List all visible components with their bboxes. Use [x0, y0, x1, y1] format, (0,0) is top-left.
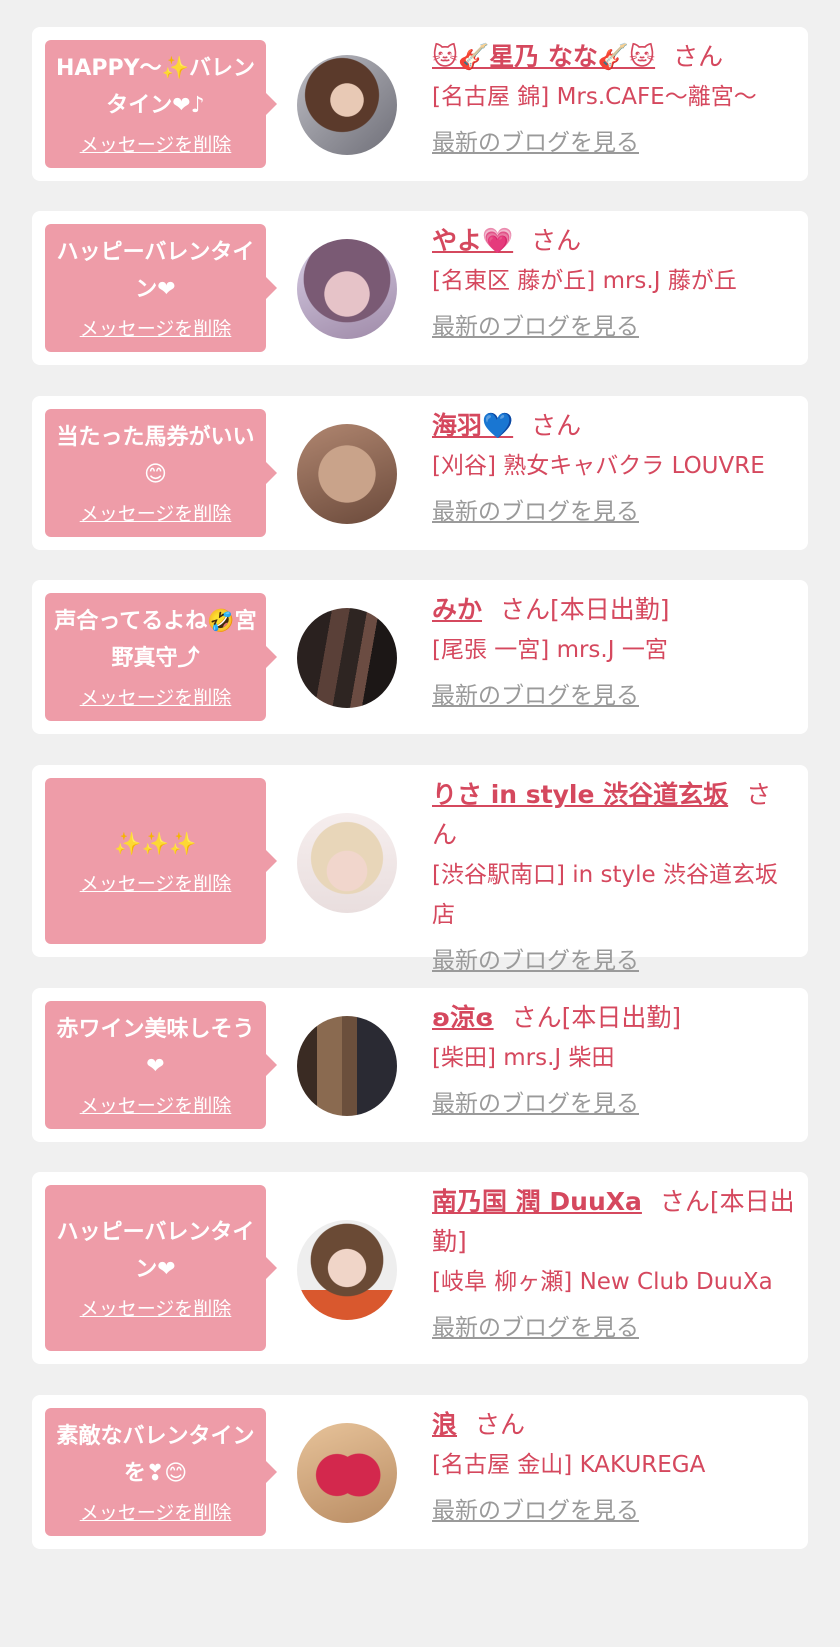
shop-name: [柴田] mrs.J 柴田	[432, 1045, 615, 1071]
woman-winking-avatar[interactable]	[297, 239, 397, 339]
cast-name-link[interactable]: みか	[432, 595, 482, 624]
shop-name: [尾張 一宮] mrs.J 一宮	[432, 637, 668, 663]
message-text: ハッピーバレンタイン❤	[56, 1220, 255, 1282]
message-list: HAPPY～✨バレンタイン❤♪ メッセージを削除 🐱🎸星乃 なな🎸🐱 さん [名古屋 錦…	[0, 0, 840, 1647]
latest-blog-link[interactable]: 最新のブログを見る	[432, 309, 796, 345]
message-bubble: ✨✨✨ メッセージを削除	[45, 778, 277, 944]
cast-name-link[interactable]: 海羽💙	[432, 411, 513, 440]
cast-name-line: 南乃国 潤 DuuXa さん[本日出勤]	[432, 1182, 796, 1262]
long-hair-back-avatar[interactable]	[297, 1016, 397, 1116]
cast-info: やよ💗 さん [名東区 藤が丘] mrs.J 藤が丘最新のブログを見る	[432, 221, 796, 345]
cast-info: 海羽💙 さん [刈谷] 熟女キャバクラ LOUVRE 最新のブログを見る	[432, 406, 796, 530]
honorific-label: さん	[673, 42, 724, 71]
latest-blog-link[interactable]: 最新のブログを見る	[432, 494, 796, 530]
shop-name: [名古屋 錦] Mrs.CAFE～離宮～	[432, 84, 757, 110]
message-card: ハッピーバレンタイン❤ メッセージを削除 やよ💗 さん [名東区 藤が丘] mrs.J …	[32, 211, 808, 365]
cast-info: ʚ涼ɞ さん[本日出勤] [柴田] mrs.J 柴田最新のブログを見る	[432, 998, 796, 1122]
delete-message-link[interactable]: メッセージを削除	[80, 316, 232, 342]
honorific-label: さん[本日出勤]	[511, 1003, 682, 1032]
shop-name: [名古屋 金山] KAKUREGA	[432, 1452, 706, 1478]
message-text: HAPPY～✨バレンタイン❤♪	[55, 56, 255, 118]
message-text: ハッピーバレンタイン❤	[56, 240, 255, 302]
blonde-woman-avatar[interactable]	[297, 813, 397, 913]
cast-info: 南乃国 潤 DuuXa さん[本日出勤] [岐阜 柳ヶ瀬] New Club Duu…	[432, 1182, 796, 1346]
message-card: 当たった馬券がいい😊 メッセージを削除 海羽💙 さん [刈谷] 熟女キャバクラ LOUV…	[32, 396, 808, 550]
delete-message-link[interactable]: メッセージを削除	[80, 1296, 232, 1322]
message-card: ✨✨✨ メッセージを削除 りさ in style 渋谷道玄坂 さん [渋谷駅南口] in…	[32, 765, 808, 974]
cast-name-line: 🐱🎸星乃 なな🎸🐱 さん	[432, 37, 796, 77]
message-card: 素敵なバレンタインを❣😊 メッセージを削除 浪さん [名古屋 金山] KAKUREGA…	[32, 1395, 808, 1549]
hair-closeup-avatar[interactable]	[297, 424, 397, 524]
honorific-label: さん	[531, 411, 582, 440]
delete-message-link[interactable]: メッセージを削除	[80, 501, 232, 527]
cast-name-line: 海羽💙 さん	[432, 406, 796, 446]
shop-name: [岐阜 柳ヶ瀬] New Club DuuXa	[432, 1269, 773, 1295]
cast-name-link[interactable]: やよ💗	[432, 226, 513, 255]
delete-message-link[interactable]: メッセージを削除	[80, 871, 232, 897]
message-text: 赤ワイン美味しそう❤	[56, 1017, 255, 1079]
message-card: 声合ってるよね🤣宮野真守⤴ メッセージを削除 みか さん[本日出勤] [尾張 一宮] m…	[32, 580, 808, 734]
cast-name-link[interactable]: 🐱🎸星乃 なな🎸🐱	[432, 42, 655, 71]
cast-info: りさ in style 渋谷道玄坂 さん [渋谷駅南口] in style 渋谷道玄…	[432, 775, 796, 979]
woman-portrait-avatar[interactable]	[297, 55, 397, 155]
cast-name-line: みか さん[本日出勤]	[432, 590, 796, 630]
latest-blog-link[interactable]: 最新のブログを見る	[432, 125, 796, 161]
honorific-label: さん	[475, 1410, 526, 1439]
message-bubble: HAPPY～✨バレンタイン❤♪ メッセージを削除	[45, 40, 277, 168]
cast-info: みか さん[本日出勤] [尾張 一宮] mrs.J 一宮最新のブログを見る	[432, 590, 796, 714]
message-text: ✨✨✨	[114, 831, 197, 857]
message-bubble: ハッピーバレンタイン❤ メッセージを削除	[45, 1185, 277, 1351]
message-card: 赤ワイン美味しそう❤ メッセージを削除 ʚ涼ɞ さん[本日出勤] [柴田] mrs.J …	[32, 988, 808, 1142]
latest-blog-link[interactable]: 最新のブログを見る	[432, 678, 796, 714]
woman-smiling-avatar[interactable]	[297, 1220, 397, 1320]
message-bubble: ハッピーバレンタイン❤ メッセージを削除	[45, 224, 277, 352]
latest-blog-link[interactable]: 最新のブログを見る	[432, 943, 796, 979]
latest-blog-link[interactable]: 最新のブログを見る	[432, 1310, 796, 1346]
glitter-heart-avatar[interactable]	[297, 1423, 397, 1523]
legs-stockings-avatar[interactable]	[297, 608, 397, 708]
message-bubble: 当たった馬券がいい😊 メッセージを削除	[45, 409, 277, 537]
cast-name-link[interactable]: 南乃国 潤 DuuXa	[432, 1187, 642, 1216]
message-bubble: 赤ワイン美味しそう❤ メッセージを削除	[45, 1001, 277, 1129]
cast-name-line: りさ in style 渋谷道玄坂 さん	[432, 775, 796, 855]
message-text: 声合ってるよね🤣宮野真守⤴	[54, 609, 257, 671]
delete-message-link[interactable]: メッセージを削除	[80, 132, 232, 158]
message-card: ハッピーバレンタイン❤ メッセージを削除 南乃国 潤 DuuXa さん[本日出勤] [岐…	[32, 1172, 808, 1364]
delete-message-link[interactable]: メッセージを削除	[80, 1093, 232, 1119]
honorific-label: さん[本日出勤]	[500, 595, 670, 624]
cast-info: 浪さん [名古屋 金山] KAKUREGA 最新のブログを見る	[432, 1405, 796, 1529]
message-text: 当たった馬券がいい😊	[56, 425, 255, 487]
latest-blog-link[interactable]: 最新のブログを見る	[432, 1086, 796, 1122]
honorific-label: さん	[531, 226, 582, 255]
message-text: 素敵なバレンタインを❣😊	[56, 1424, 255, 1486]
cast-name-link[interactable]: りさ in style 渋谷道玄坂	[432, 780, 728, 809]
cast-name-line: 浪さん	[432, 1405, 796, 1445]
message-bubble: 声合ってるよね🤣宮野真守⤴ メッセージを削除	[45, 593, 277, 721]
cast-name-link[interactable]: 浪	[432, 1410, 457, 1439]
latest-blog-link[interactable]: 最新のブログを見る	[432, 1493, 796, 1529]
cast-name-link[interactable]: ʚ涼ɞ	[432, 1003, 494, 1032]
cast-name-line: やよ💗 さん	[432, 221, 796, 261]
shop-name: [渋谷駅南口] in style 渋谷道玄坂店	[432, 862, 778, 928]
shop-name: [名東区 藤が丘] mrs.J 藤が丘	[432, 268, 737, 294]
delete-message-link[interactable]: メッセージを削除	[80, 1500, 232, 1526]
cast-info: 🐱🎸星乃 なな🎸🐱 さん [名古屋 錦] Mrs.CAFE～離宮～ 最新のブログを見る	[432, 37, 796, 161]
shop-name: [刈谷] 熟女キャバクラ LOUVRE	[432, 453, 765, 479]
message-bubble: 素敵なバレンタインを❣😊 メッセージを削除	[45, 1408, 277, 1536]
cast-name-line: ʚ涼ɞ さん[本日出勤]	[432, 998, 796, 1038]
delete-message-link[interactable]: メッセージを削除	[80, 685, 232, 711]
message-card: HAPPY～✨バレンタイン❤♪ メッセージを削除 🐱🎸星乃 なな🎸🐱 さん [名古屋 錦…	[32, 27, 808, 181]
